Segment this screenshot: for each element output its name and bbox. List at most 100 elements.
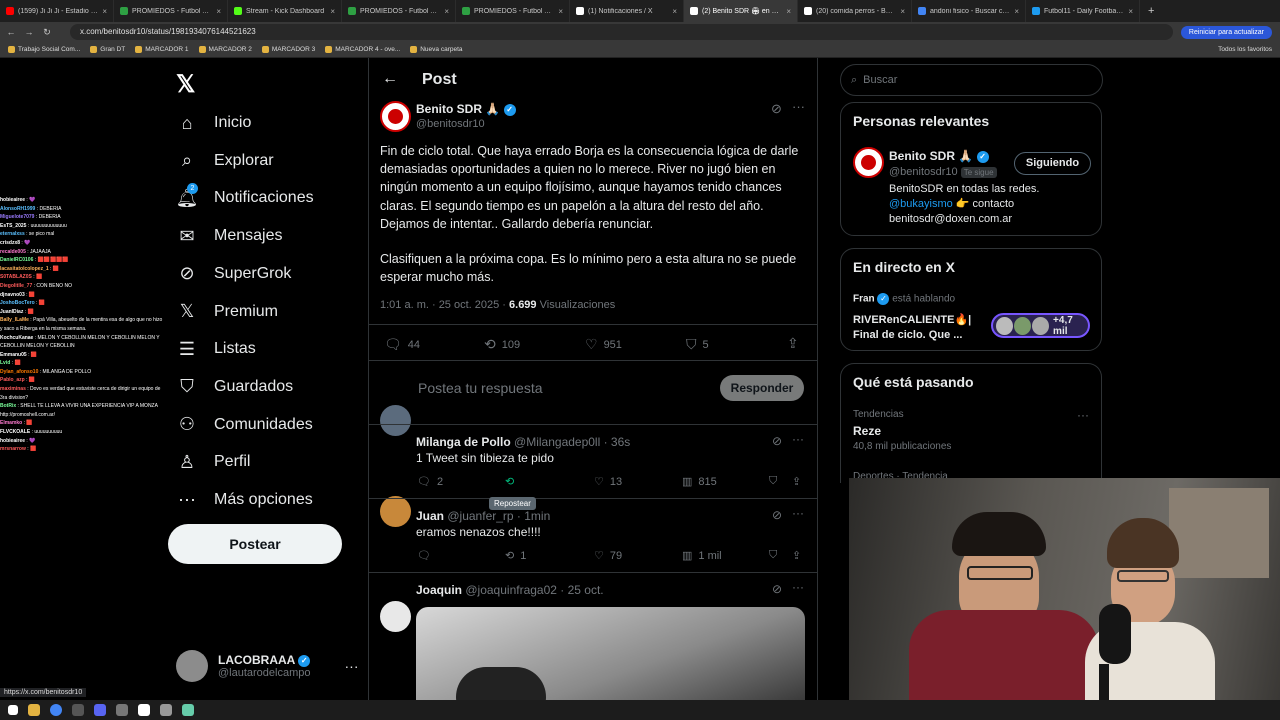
browser-tab[interactable]: PROMIEDOS - Futbol Argentin×: [114, 0, 228, 22]
search-input[interactable]: ⌕ Buscar: [840, 64, 1103, 96]
reply-media[interactable]: [416, 607, 805, 700]
like-button[interactable]: ♡ 13: [594, 475, 622, 489]
nav-item-mensajes[interactable]: ✉ Mensajes: [176, 225, 282, 247]
bookmark-button[interactable]: ⛉ 5: [686, 336, 709, 353]
app-icon[interactable]: [160, 704, 172, 716]
nav-item-perfil[interactable]: ♙ Perfil: [176, 451, 251, 473]
close-icon[interactable]: ×: [1128, 7, 1133, 16]
grok-icon[interactable]: ⊘: [771, 101, 782, 117]
nav-item-guardados[interactable]: ⛉ Guardados: [176, 376, 293, 398]
more-icon[interactable]: ···: [792, 580, 804, 594]
browser-tab[interactable]: Stream - Kick Dashboard ×: [228, 0, 342, 22]
nav-item-más-opciones[interactable]: ⋯ Más opciones: [176, 489, 313, 511]
post-button[interactable]: Postear: [168, 524, 342, 564]
close-icon[interactable]: ×: [216, 7, 221, 16]
bookmark-item[interactable]: MARCADOR 3: [261, 46, 315, 53]
browser-tab[interactable]: (1599) Ji Ji Ji - Estadio Único d×: [0, 0, 114, 22]
close-icon[interactable]: ×: [672, 7, 677, 16]
repost-button[interactable]: ⟲ 109: [484, 336, 520, 353]
chrome-icon[interactable]: [50, 704, 62, 716]
browser-tab[interactable]: PROMIEDOS - Futbol Argentin×: [456, 0, 570, 22]
reply-input[interactable]: Postea tu respuesta: [418, 380, 543, 396]
nav-item-supergrok[interactable]: ⊘ SuperGrok: [176, 263, 291, 285]
back-icon[interactable]: ←: [4, 27, 18, 37]
trend-name[interactable]: Reze: [853, 424, 881, 438]
more-icon[interactable]: ···: [792, 432, 804, 446]
repost-button[interactable]: ⟲ 1: [505, 549, 526, 563]
browser-tab[interactable]: Futbol11 - Daily Football Gam×: [1026, 0, 1140, 22]
live-title[interactable]: RIVERenCALIENTE🔥| Final de ciclo. Que ..…: [853, 313, 971, 343]
bookmark-item[interactable]: Gran DT: [90, 46, 125, 53]
app-icon[interactable]: [116, 704, 128, 716]
more-icon[interactable]: ···: [792, 99, 805, 114]
reply-button[interactable]: 🗨: [417, 549, 437, 562]
repost-button[interactable]: ⟲: [505, 475, 520, 488]
bio-link[interactable]: @bukayismo: [889, 198, 953, 210]
close-icon[interactable]: ×: [558, 7, 563, 16]
reply-author[interactable]: Milanga de Pollo: [416, 435, 511, 449]
grok-icon[interactable]: ⊘: [772, 582, 782, 596]
grok-icon[interactable]: ⊘: [772, 434, 782, 448]
more-icon[interactable]: ···: [345, 658, 359, 674]
following-button[interactable]: Siguiendo: [1014, 152, 1091, 175]
bookmark-item[interactable]: MARCADOR 1: [135, 46, 189, 53]
live-listeners[interactable]: +4,7 mil: [991, 313, 1090, 338]
app-icon[interactable]: [182, 704, 194, 716]
share-button[interactable]: ⇪: [787, 335, 799, 352]
like-button[interactable]: ♡ 951: [585, 336, 622, 353]
views-button[interactable]: ▥ 1 mil: [682, 549, 722, 563]
nav-item-listas[interactable]: ☰ Listas: [176, 338, 256, 360]
share-button[interactable]: ⇪: [792, 475, 801, 488]
reply-author[interactable]: Joaquin: [416, 583, 462, 597]
reply-avatar[interactable]: [380, 496, 411, 527]
more-icon[interactable]: ···: [1077, 408, 1089, 422]
author-avatar[interactable]: [853, 147, 884, 178]
bookmark-item[interactable]: Nueva carpeta: [410, 46, 463, 53]
reply-avatar[interactable]: [380, 601, 411, 632]
reload-icon[interactable]: ↻: [40, 27, 54, 38]
nav-item-premium[interactable]: 𝕏 Premium: [176, 301, 278, 323]
windows-icon[interactable]: [8, 705, 18, 715]
relevant-name[interactable]: Benito SDR 🙏🏻: [889, 149, 973, 163]
close-icon[interactable]: ×: [1014, 7, 1019, 16]
back-arrow-icon[interactable]: ←: [382, 70, 398, 88]
browser-tab[interactable]: (2) Benito SDR 🏟 en X: "Fin d×: [684, 0, 798, 22]
grok-icon[interactable]: ⊘: [772, 508, 782, 522]
close-icon[interactable]: ×: [900, 7, 905, 16]
obs-icon[interactable]: [138, 704, 150, 716]
nav-item-explorar[interactable]: ⌕ Explorar: [176, 150, 274, 172]
reply-button[interactable]: Responder: [720, 375, 804, 401]
like-button[interactable]: ♡ 79: [594, 549, 622, 563]
bookmark-item[interactable]: MARCADOR 2: [198, 46, 252, 53]
new-tab-icon[interactable]: +: [1148, 5, 1154, 17]
close-icon[interactable]: ×: [786, 7, 791, 16]
forward-icon[interactable]: →: [22, 27, 36, 37]
browser-tab[interactable]: andoni fisico - Buscar con Go×: [912, 0, 1026, 22]
post-author[interactable]: Benito SDR 🙏🏻 ✓: [416, 102, 516, 116]
folder-icon[interactable]: [28, 704, 40, 716]
post-handle[interactable]: @benitosdr10: [416, 118, 485, 130]
url-field[interactable]: x.com/benitosdr10/status/198193407614452…: [70, 24, 1173, 40]
bookmark-button[interactable]: ⛉: [769, 475, 777, 488]
x-logo[interactable]: 𝕏: [176, 70, 195, 99]
nav-item-notificaciones[interactable]: 🔔︎ 2 Notificaciones: [176, 183, 314, 209]
close-icon[interactable]: ×: [102, 7, 107, 16]
all-bookmarks[interactable]: Todos los favoritos: [1218, 46, 1272, 53]
more-icon[interactable]: ···: [792, 506, 804, 520]
reply-button[interactable]: 🗨 44: [384, 336, 420, 353]
browser-tab[interactable]: (1) Notificaciones / X ×: [570, 0, 684, 22]
bookmark-item[interactable]: MARCADOR 4 - ove...: [325, 46, 400, 53]
close-icon[interactable]: ×: [330, 7, 335, 16]
author-avatar[interactable]: [380, 101, 411, 132]
nav-item-comunidades[interactable]: ⚇ Comunidades: [176, 414, 313, 436]
browser-tab[interactable]: (20) comida perros - Buscar ×: [798, 0, 912, 22]
reply-author[interactable]: Juan: [416, 509, 444, 523]
close-icon[interactable]: ×: [444, 7, 449, 16]
update-button[interactable]: Reiniciar para actualizar: [1180, 25, 1272, 39]
browser-tab[interactable]: PROMIEDOS - Futbol Argentin×: [342, 0, 456, 22]
share-button[interactable]: ⇪: [792, 549, 801, 562]
nav-item-inicio[interactable]: ⌂ Inicio: [176, 112, 252, 134]
app-icon[interactable]: [72, 704, 84, 716]
views-button[interactable]: ▥ 815: [682, 475, 717, 489]
discord-icon[interactable]: [94, 704, 106, 716]
